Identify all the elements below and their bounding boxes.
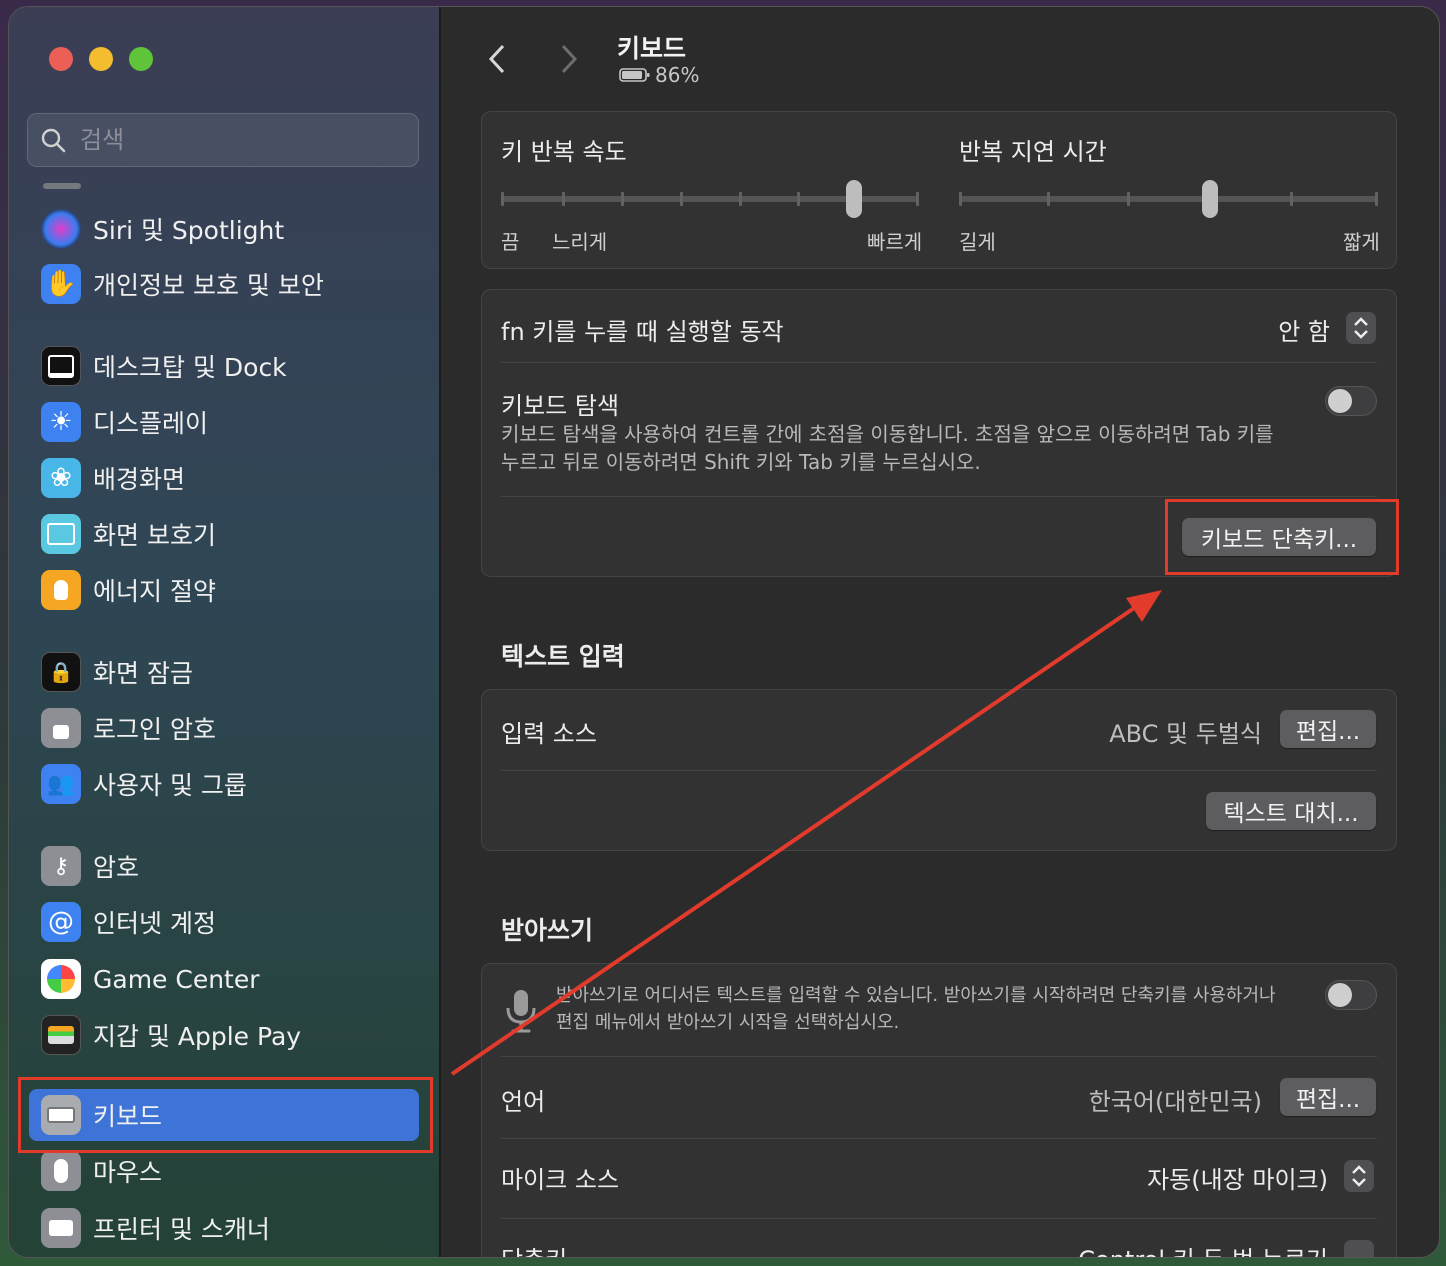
annotation-arrow bbox=[450, 590, 1162, 1076]
